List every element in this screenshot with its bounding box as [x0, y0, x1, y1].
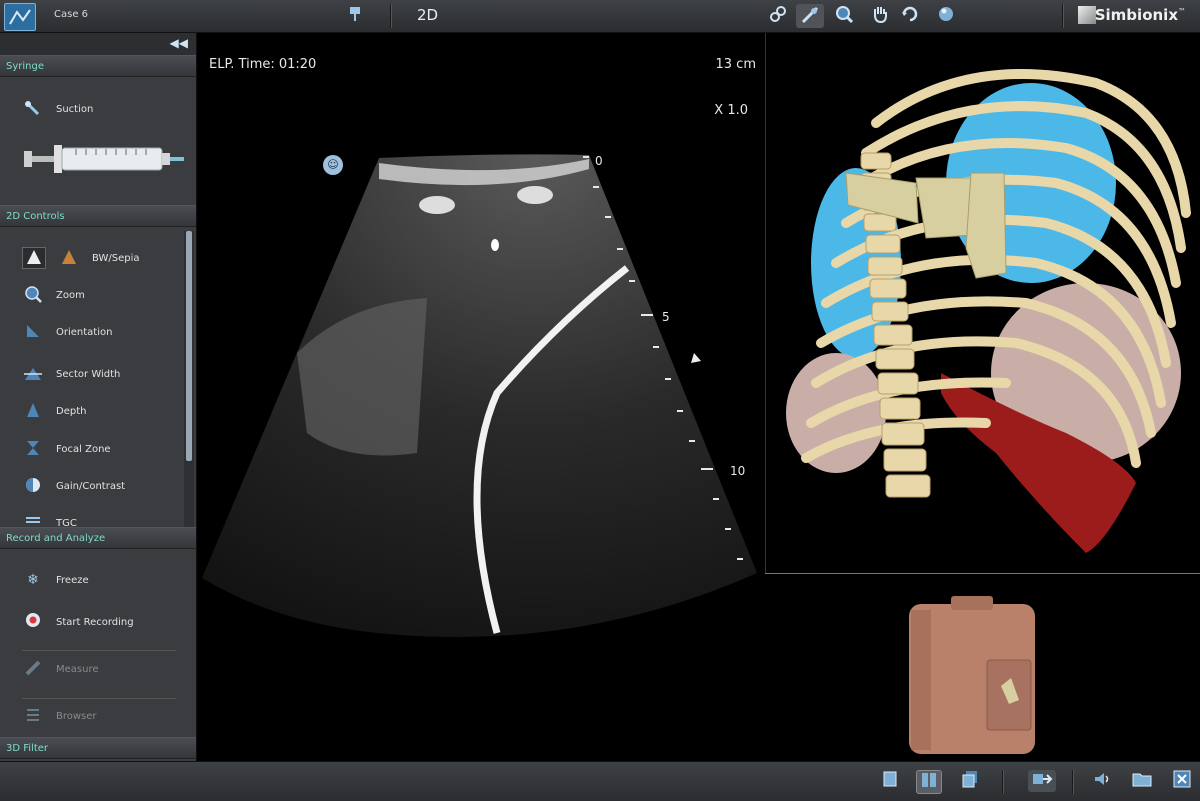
control-sidebar: ◀◀ Syringe Suction 2D Controls BW/Sepia — [0, 33, 197, 761]
collapse-row: ◀◀ — [0, 33, 196, 55]
orientation-button[interactable]: Orientation — [22, 322, 112, 344]
mannequin-torso-model — [909, 596, 1035, 754]
zoom-label: Zoom — [56, 290, 85, 301]
freeze-label: Freeze — [56, 575, 89, 586]
top-toolbar: Case 6 2D Simbionix™ — [0, 0, 1200, 33]
divider — [22, 698, 176, 699]
browser-button[interactable]: Browser — [22, 706, 97, 728]
suction-button[interactable]: Suction — [22, 99, 93, 121]
brand-name: Simbionix™ — [1094, 6, 1186, 24]
bottom-toolbar — [0, 761, 1200, 801]
measure-label: Measure — [56, 664, 99, 675]
browser-label: Browser — [56, 711, 97, 722]
focal-zone-label: Focal Zone — [56, 444, 111, 455]
toolbar-separator — [390, 4, 392, 28]
magnify-icon[interactable] — [832, 4, 856, 28]
depth-button[interactable]: Depth — [22, 401, 86, 423]
depth-label: Depth — [56, 406, 87, 417]
collapse-sidebar-icon[interactable]: ◀◀ — [170, 36, 188, 50]
sector-width-icon — [22, 364, 44, 384]
copy-view-icon[interactable] — [958, 770, 982, 792]
toolbar-separator — [1002, 770, 1004, 794]
focal-zone-button[interactable]: Focal Zone — [22, 439, 111, 461]
dual-view-icon[interactable] — [916, 770, 942, 794]
gain-contrast-label: Gain/Contrast — [56, 481, 126, 492]
divider — [22, 650, 176, 651]
ruler-icon — [22, 659, 44, 679]
ultrasound-image — [202, 154, 757, 637]
tgc-icon — [22, 513, 44, 527]
snowflake-icon: ❄ — [27, 572, 39, 588]
bw-sepia-label: BW/Sepia — [92, 253, 140, 264]
sector-width-label: Sector Width — [56, 369, 121, 380]
depth-tick-label: 10 — [730, 464, 746, 478]
controls-scrollbar[interactable] — [184, 231, 194, 527]
toolbar-separator — [1062, 4, 1064, 28]
section-header-record-analyze[interactable]: Record and Analyze — [0, 527, 196, 549]
start-recording-button[interactable]: Start Recording — [22, 612, 134, 634]
depth-tick-label: 5 — [662, 310, 670, 324]
speaker-icon[interactable] — [1090, 770, 1114, 792]
gain-contrast-icon — [22, 476, 44, 496]
rotate-icon[interactable] — [898, 4, 922, 28]
single-view-icon[interactable] — [878, 770, 902, 792]
mode-2d-selector[interactable]: 2D — [417, 6, 438, 24]
section-header-2d-controls[interactable]: 2D Controls — [0, 205, 196, 227]
zoom-button[interactable]: Zoom — [22, 285, 85, 307]
syringe-image — [24, 137, 188, 181]
anatomy-3d-view[interactable] — [765, 33, 1200, 573]
gain-contrast-button[interactable]: Gain/Contrast — [22, 476, 125, 498]
mannequin-view[interactable] — [765, 574, 1200, 761]
bw-sepia-button[interactable]: BW/Sepia — [22, 247, 140, 269]
suction-label: Suction — [56, 104, 94, 115]
orientation-label: Orientation — [56, 327, 113, 338]
view-sphere-icon[interactable] — [934, 4, 958, 28]
bw-mode-icon — [22, 247, 46, 269]
toolbar-separator — [1072, 770, 1074, 794]
needle-guide-icon[interactable] — [796, 4, 824, 28]
start-recording-label: Start Recording — [56, 617, 134, 628]
section-header-syringe[interactable]: Syringe — [0, 55, 196, 77]
thorax-3d-model — [786, 69, 1191, 553]
freeze-button[interactable]: ❄ Freeze — [22, 570, 89, 592]
ultrasound-view[interactable]: ELP. Time: 01:20 13 cm X 1.0 ☺ 0 5 10 — [197, 33, 764, 761]
focal-zone-marker-icon — [691, 353, 701, 363]
hand-pan-icon[interactable] — [868, 4, 892, 28]
brand-logo-icon — [1078, 6, 1096, 24]
orientation-icon — [22, 322, 44, 342]
suction-icon — [22, 99, 44, 119]
sector-width-button[interactable]: Sector Width — [22, 364, 120, 386]
zoom-icon — [22, 285, 44, 305]
depth-icon — [22, 401, 44, 421]
pin-icon[interactable] — [343, 4, 367, 28]
close-icon[interactable] — [1170, 770, 1194, 792]
tgc-button[interactable]: TGC — [22, 513, 77, 527]
depth-tick-label: 0 — [595, 154, 603, 168]
folder-icon[interactable] — [1130, 770, 1154, 792]
trademark-mark: ™ — [1178, 7, 1186, 16]
exit-arrow-icon[interactable] — [1028, 770, 1056, 792]
case-label: Case 6 — [54, 9, 89, 20]
sepia-mode-icon — [58, 248, 80, 268]
measure-button[interactable]: Measure — [22, 659, 99, 681]
scrollbar-thumb[interactable] — [186, 231, 192, 461]
list-icon — [22, 706, 44, 726]
focal-zone-icon — [22, 439, 44, 459]
tgc-label: TGC — [56, 518, 77, 527]
record-icon — [22, 612, 44, 632]
app-logo-icon[interactable] — [4, 3, 36, 31]
link-icon[interactable] — [766, 4, 790, 28]
section-header-3d-filter[interactable]: 3D Filter — [0, 737, 196, 759]
